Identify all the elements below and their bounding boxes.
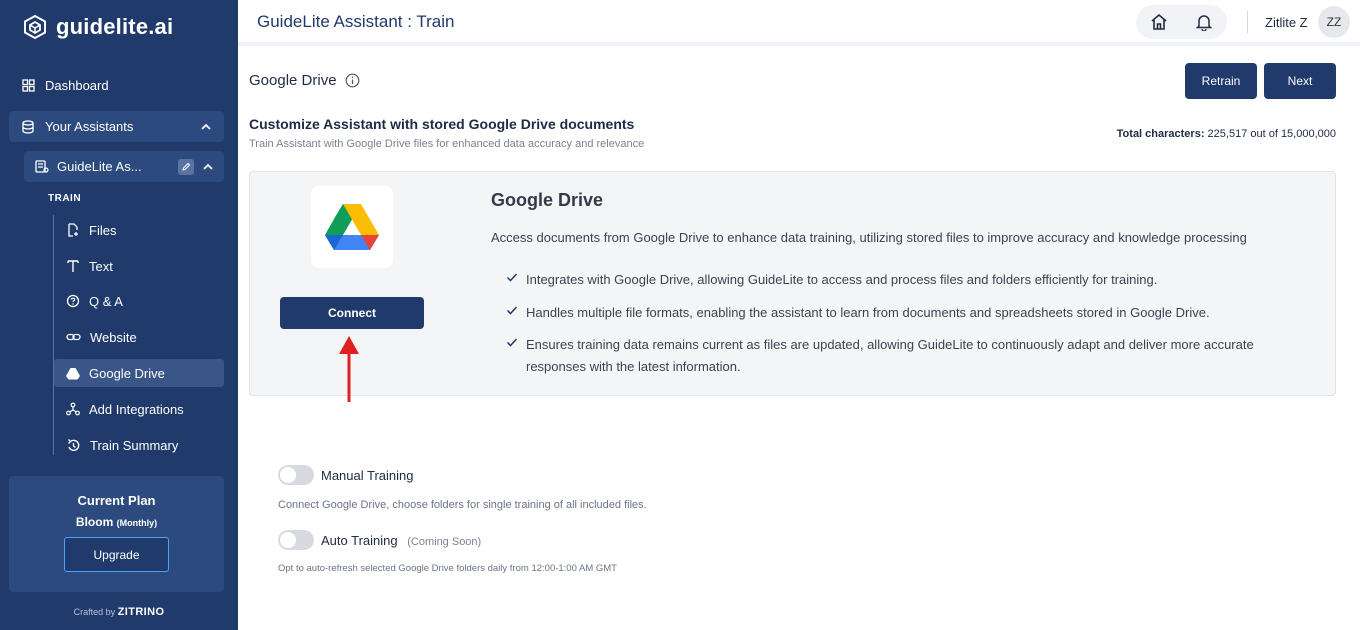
red-arrow-annotation xyxy=(339,336,359,402)
link-icon xyxy=(66,333,81,341)
avatar[interactable]: ZZ xyxy=(1318,6,1350,38)
crafted-by-label: Crafted by xyxy=(73,607,116,617)
file-plus-icon xyxy=(68,223,78,237)
card-title: Google Drive xyxy=(491,190,604,210)
chevron-up-icon[interactable] xyxy=(200,121,212,133)
plan-name-text: Bloom xyxy=(75,515,114,529)
feature-item: Ensures training data remains current as… xyxy=(506,334,1266,378)
connect-button[interactable]: Connect xyxy=(280,297,424,329)
user-name[interactable]: Zitlite Z xyxy=(1265,15,1308,30)
assistant-icon xyxy=(35,160,49,173)
check-icon xyxy=(506,338,518,347)
bell-icon[interactable] xyxy=(1195,13,1213,31)
text-icon xyxy=(67,260,79,272)
integrations-icon xyxy=(66,402,80,416)
auto-training-label: Auto Training (Coming Soon) xyxy=(321,533,481,548)
sidebar-item-label: Add Integrations xyxy=(89,401,184,417)
feature-item: Handles multiple file formats, enabling … xyxy=(506,302,1266,324)
brand-name: guidelite.ai xyxy=(56,14,174,39)
brand-cube-icon xyxy=(24,14,46,40)
nav-your-assistants-label: Your Assistants xyxy=(45,119,134,134)
drive-icon xyxy=(66,367,80,379)
manual-training-description: Connect Google Drive, choose folders for… xyxy=(278,499,647,511)
nav-dashboard[interactable]: Dashboard xyxy=(22,78,109,93)
page-header-title: GuideLite Assistant : Train xyxy=(257,12,455,31)
feature-text: Ensures training data remains current as… xyxy=(526,337,1254,374)
database-icon xyxy=(22,119,34,134)
brand-logo[interactable]: guidelite.ai xyxy=(22,14,173,40)
check-icon xyxy=(506,306,518,315)
nav-dashboard-label: Dashboard xyxy=(45,78,109,93)
total-characters-label: Total characters: xyxy=(1116,128,1205,140)
sidebar-item-label: Files xyxy=(89,222,117,238)
crafted-by-brand[interactable]: ZITRINO xyxy=(118,606,165,618)
coming-soon-tag: (Coming Soon) xyxy=(407,536,482,548)
sidebar-item-label: Train Summary xyxy=(90,437,179,453)
pencil-icon[interactable] xyxy=(178,158,194,175)
nav-your-assistants[interactable]: Your Assistants xyxy=(9,111,224,142)
section-subtitle: Train Assistant with Google Drive files … xyxy=(249,138,645,150)
sidebar-item-files[interactable]: Files xyxy=(54,216,224,244)
sidebar-item-qa[interactable]: Q & A xyxy=(54,287,224,315)
header-divider xyxy=(1247,11,1248,33)
check-icon xyxy=(506,273,518,282)
sidebar-item-add-integrations[interactable]: Add Integrations xyxy=(54,395,224,423)
sidebar: guidelite.ai Dashboard Your Assistants G… xyxy=(0,0,238,630)
section-title: Customize Assistant with stored Google D… xyxy=(249,116,635,132)
current-plan-card: Current Plan Bloom (Monthly) Upgrade xyxy=(9,476,224,592)
home-icon[interactable] xyxy=(1150,13,1168,31)
feature-text: Handles multiple file formats, enabling … xyxy=(526,305,1210,320)
sidebar-item-label: Google Drive xyxy=(89,365,165,381)
google-drive-logo xyxy=(311,186,393,268)
info-icon[interactable] xyxy=(345,73,360,88)
feature-item: Integrates with Google Drive, allowing G… xyxy=(506,269,1266,291)
plan-name: Bloom (Monthly) xyxy=(9,515,224,529)
sidebar-item-label: Website xyxy=(90,329,137,345)
sidebar-item-train-summary[interactable]: Train Summary xyxy=(54,431,224,459)
page-title: Google Drive xyxy=(249,72,360,89)
sidebar-item-label: Text xyxy=(89,258,113,274)
upgrade-button[interactable]: Upgrade xyxy=(64,537,169,572)
total-characters-value: 225,517 out of 15,000,000 xyxy=(1207,128,1336,140)
sidebar-item-website[interactable]: Website xyxy=(54,323,224,351)
next-button[interactable]: Next xyxy=(1264,63,1336,99)
nav-assistant-guidelite[interactable]: GuideLite As... xyxy=(24,151,224,182)
grid-icon xyxy=(22,79,35,92)
page-title-text: Google Drive xyxy=(249,72,337,89)
crafted-by: Crafted by ZITRINO xyxy=(0,606,238,618)
plan-title: Current Plan xyxy=(77,493,156,508)
sidebar-item-text[interactable]: Text xyxy=(54,252,224,280)
sidebar-item-google-drive[interactable]: Google Drive xyxy=(54,359,224,387)
sidebar-item-label: Q & A xyxy=(89,293,123,309)
chevron-up-icon[interactable] xyxy=(202,161,214,173)
manual-training-label: Manual Training xyxy=(321,468,414,483)
train-summary-icon xyxy=(68,438,80,451)
google-drive-card: Connect Google Drive Access documents fr… xyxy=(249,171,1336,402)
top-header: GuideLite Assistant : Train Zitlite Z ZZ xyxy=(238,0,1360,46)
auto-training-label-text: Auto Training xyxy=(321,533,398,548)
auto-training-toggle[interactable] xyxy=(278,530,314,550)
card-description: Access documents from Google Drive to en… xyxy=(491,230,1247,245)
google-drive-icon xyxy=(325,204,379,250)
nav-assistant-label: GuideLite As... xyxy=(57,159,142,174)
feature-text: Integrates with Google Drive, allowing G… xyxy=(526,272,1158,287)
manual-training-toggle[interactable] xyxy=(278,465,314,485)
total-characters: Total characters: 225,517 out of 15,000,… xyxy=(1117,128,1336,140)
auto-training-description: Opt to auto-refresh selected Google Driv… xyxy=(278,563,617,574)
plan-period: (Monthly) xyxy=(116,518,158,528)
header-icon-group xyxy=(1136,5,1227,39)
retrain-button[interactable]: Retrain xyxy=(1185,63,1257,99)
train-section-header: TRAIN xyxy=(48,193,82,204)
question-bubble-icon xyxy=(66,294,80,308)
